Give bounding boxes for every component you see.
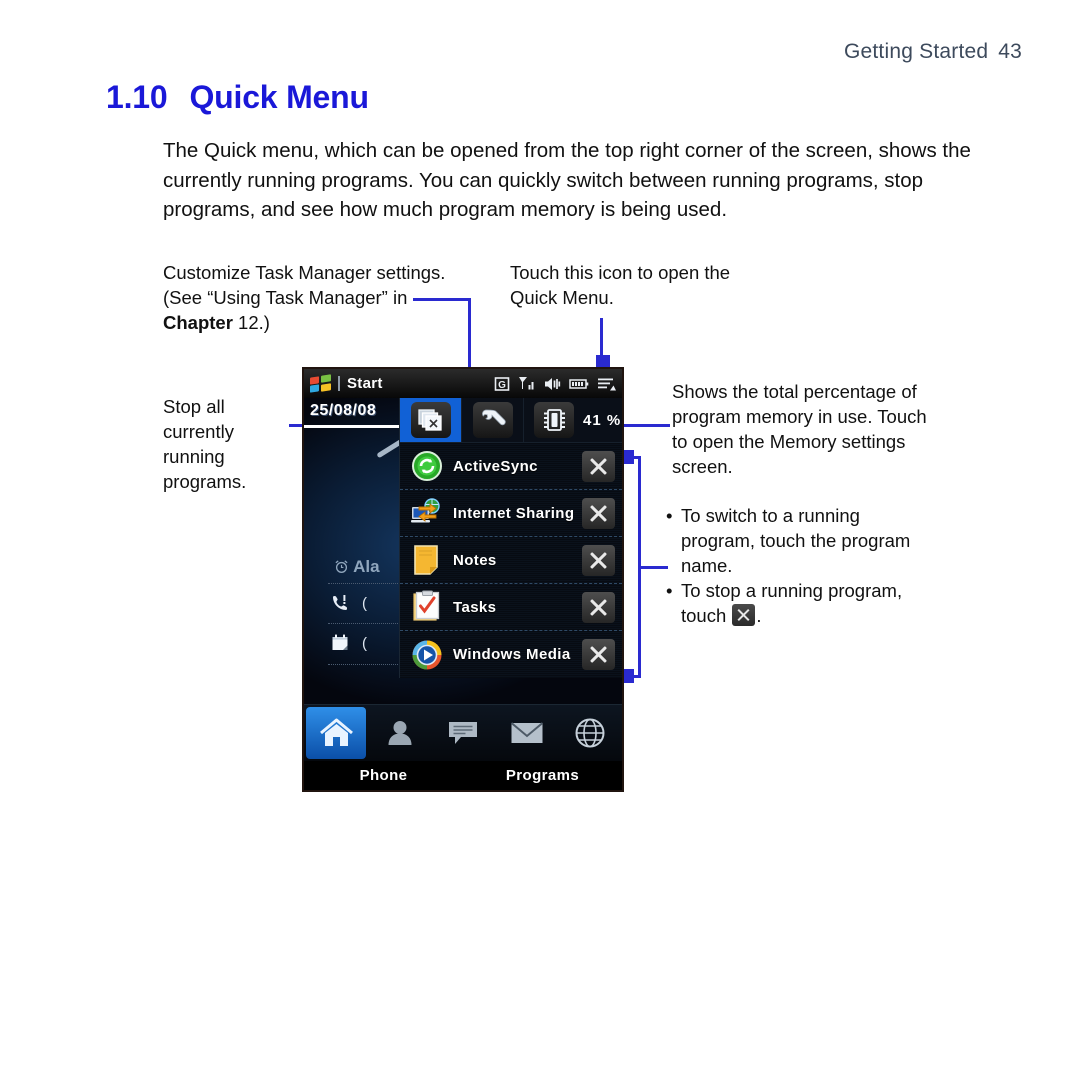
callout-line-customize-v [468,298,471,378]
callout-line-customize-h [413,298,471,301]
program-name: Notes [453,551,497,569]
close-x-icon[interactable] [582,639,615,670]
quick-menu-icon[interactable] [597,376,616,392]
calendar-icon [332,634,348,650]
page-number: 43 [998,40,1022,63]
home-row-text: ( [362,594,367,612]
bullet-text-switch: To switch to a running program, touch th… [681,505,911,576]
header-title: Getting Started [843,40,989,63]
stacked-windows-close-icon [410,402,451,438]
missed-call-icon [333,595,348,610]
callout-bracket-stem [638,566,668,569]
page-header: Getting Started 43 [844,40,1022,64]
internet-sharing-icon [410,496,444,530]
bullet-text-stop-end: . [756,605,762,626]
memory-percentage: 41 % [583,412,621,429]
home-icon[interactable] [306,707,366,759]
program-name: ActiveSync [453,457,538,475]
alarm-clock-icon [335,560,348,573]
annotation-memory-percentage: Shows the total percentage of program me… [672,381,927,477]
list-item[interactable]: ActiveSync [400,443,622,490]
quick-menu-panel: 41 % ActiveSync Internet Sharing Notes T… [399,398,622,678]
softkey-right-programs[interactable]: Programs [463,767,622,784]
home-divider [304,425,401,428]
annotation-line-1: Customize Task Manager settings. [163,262,446,283]
memory-usage-button[interactable]: 41 % [524,398,622,442]
annotation-bold-chapter: Chapter [163,312,233,333]
gprs-g-icon[interactable]: G [494,376,510,392]
annotation-chapter-number: 12.) [232,312,270,333]
list-item[interactable]: Windows Media [400,631,622,678]
annotation-stop-all-programs: Stop all currently running programs. [163,396,247,492]
start-button[interactable]: Start [347,375,383,392]
battery-icon[interactable] [569,376,589,392]
memory-value: 41 [583,411,602,429]
program-name: Windows Media [453,646,571,663]
memory-chip-icon [534,402,574,438]
list-item: • To switch to a running program, touch t… [666,503,926,578]
svg-text:G: G [498,380,506,391]
device-screenshot: 25/08/08 Ala ( (Start G 41 % ActiveSync… [302,367,624,792]
intro-paragraph: The Quick menu, which can be opened from… [163,139,971,221]
tasks-icon [410,590,444,624]
internet-icon[interactable] [559,705,623,761]
close-x-icon[interactable] [582,450,615,482]
program-name: Internet Sharing [453,504,575,522]
close-x-icon[interactable] [582,591,615,623]
windows-logo-icon[interactable] [310,374,332,393]
bottom-taskbar [304,704,622,761]
titlebar-divider [338,376,340,391]
people-icon[interactable] [368,705,432,761]
activesync-icon [410,449,444,483]
signal-strength-icon[interactable] [518,376,535,392]
task-manager-settings-button[interactable] [462,398,524,442]
annotation-touch-this-icon: Touch this icon to open the Quick Menu. [510,262,731,308]
page-title: 1.10 Quick Menu [106,79,369,116]
notes-icon [410,543,444,577]
volume-icon[interactable] [543,376,561,392]
messages-icon[interactable] [432,705,496,761]
mail-icon[interactable] [495,705,559,761]
home-row-text: ( [362,634,367,652]
home-date: 25/08/08 [310,402,377,419]
list-item[interactable]: Internet Sharing [400,490,622,537]
soft-key-bar: Phone Programs [304,761,622,790]
windows-media-icon [410,638,444,672]
close-x-icon[interactable] [582,544,615,576]
list-item: • To stop a running program, touch . [666,578,926,628]
memory-unit: % [606,411,622,429]
title-bar: Start G [304,369,622,398]
section-number: 1.10 [106,79,168,115]
program-name: Tasks [453,598,497,616]
status-icons: G [494,376,616,392]
running-programs-list: ActiveSync Internet Sharing Notes Tasks … [400,443,622,678]
list-item[interactable]: Notes [400,537,622,584]
home-alarm-label: Ala [334,557,380,577]
bullet-dot-icon: • [666,580,673,601]
annotation-bullet-list: • To switch to a running program, touch t… [666,503,926,628]
close-all-programs-button[interactable] [400,398,462,442]
annotation-line-3: Chapter 12.) [163,310,473,335]
section-title: Quick Menu [189,79,369,115]
bullet-dot-icon: • [666,505,673,526]
home-calendar-row[interactable]: ( [330,633,367,653]
home-alarm-text: Ala [353,557,380,576]
bullet-text-stop: To stop a running program, touch [681,580,903,626]
close-x-icon[interactable] [582,497,615,529]
home-missed-call-row[interactable]: ( [330,593,367,613]
list-item[interactable]: Tasks [400,584,622,631]
wrench-icon [472,402,513,438]
softkey-left-phone[interactable]: Phone [304,767,463,784]
close-x-icon [732,604,756,626]
quick-menu-toolbar: 41 % [400,398,622,443]
